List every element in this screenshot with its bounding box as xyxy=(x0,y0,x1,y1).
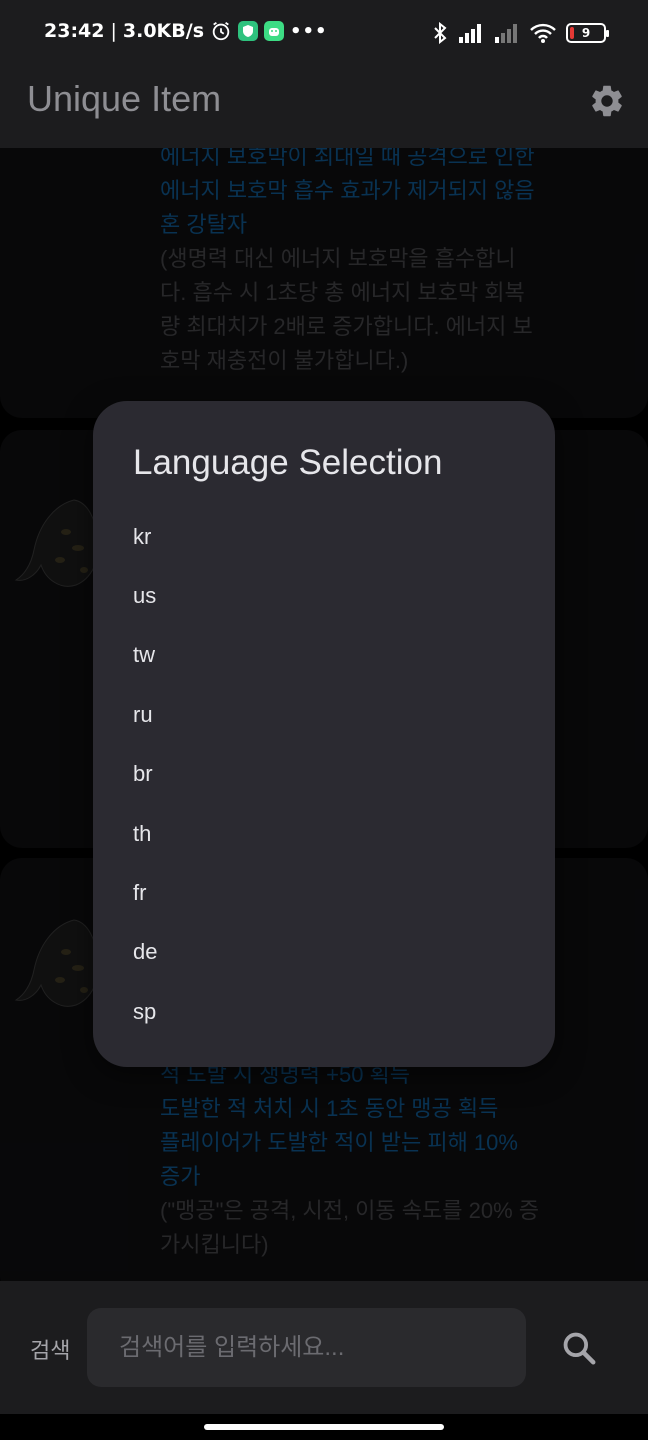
language-option-sp[interactable]: sp xyxy=(93,982,555,1041)
language-option-br[interactable]: br xyxy=(93,745,555,804)
language-option-fr[interactable]: fr xyxy=(93,863,555,922)
flavor-line: ("맹공"은 공격, 시전, 이동 속도를 20% 증 xyxy=(160,1198,539,1223)
android-app-icon xyxy=(264,21,285,41)
status-bar-right: 9 xyxy=(432,22,609,44)
mod-line: 에너지 보호막 흡수 효과가 제거되지 않음 xyxy=(160,178,535,203)
more-dots-icon: ••• xyxy=(290,20,328,42)
home-indicator[interactable] xyxy=(204,1424,444,1430)
shield-app-icon xyxy=(238,21,259,41)
item-card[interactable]: 에너지 보호막이 최대일 때 공격으로 인한 에너지 보호막 흡수 효과가 제거… xyxy=(0,148,648,418)
mod-line: 도발한 적 처치 시 1초 동안 맹공 획득 xyxy=(160,1096,499,1121)
status-separator: | xyxy=(110,20,117,42)
mod-line: 에너지 보호막이 최대일 때 공격으로 인한 xyxy=(160,148,535,169)
language-list: kr us tw ru br th fr de sp xyxy=(93,507,555,1042)
mod-line: 플레이어가 도발한 적이 받는 피해 10% xyxy=(160,1130,518,1155)
status-bar: 23:42 | 3.0KB/s ••• 9 xyxy=(0,0,648,64)
gear-icon[interactable] xyxy=(588,82,626,120)
item-description: 에너지 보호막이 최대일 때 공격으로 인한 에너지 보호막 흡수 효과가 제거… xyxy=(160,148,560,378)
flavor-line: 호막 재충전이 불가합니다.) xyxy=(160,348,409,373)
app-bar: Unique Item xyxy=(0,64,648,148)
item-image xyxy=(14,499,100,587)
dialog-title: Language Selection xyxy=(133,443,443,482)
bluetooth-icon xyxy=(434,22,447,44)
flavor-line: (생명력 대신 에너지 보호막을 흡수합니 xyxy=(160,246,516,271)
item-description: 적 도발 시 생명력 +50 획득 도발한 적 처치 시 1초 동안 맹공 획득… xyxy=(160,1058,560,1262)
alarm-icon xyxy=(212,21,230,41)
mod-line: 혼 강탈자 xyxy=(160,212,248,237)
page-title: Unique Item xyxy=(27,78,222,119)
search-bar: 검색 xyxy=(0,1281,648,1414)
status-bar-left: 23:42 | 3.0KB/s ••• xyxy=(44,20,328,42)
battery-icon: 9 xyxy=(566,23,609,43)
item-image xyxy=(14,919,100,1007)
language-option-th[interactable]: th xyxy=(93,804,555,863)
search-input[interactable] xyxy=(87,1308,526,1387)
status-network-speed: 3.0KB/s xyxy=(122,20,205,42)
status-time: 23:42 xyxy=(44,20,105,42)
language-option-us[interactable]: us xyxy=(93,566,555,625)
flavor-line: 량 최대치가 2배로 증가합니다. 에너지 보 xyxy=(160,314,533,339)
wifi-icon xyxy=(530,23,556,43)
language-option-de[interactable]: de xyxy=(93,923,555,982)
flavor-line: 다. 흡수 시 1초당 총 에너지 보호막 회복 xyxy=(160,280,525,305)
flavor-line: 가시킵니다) xyxy=(160,1232,269,1257)
signal-icon xyxy=(459,24,481,43)
language-option-ru[interactable]: ru xyxy=(93,685,555,744)
search-icon[interactable] xyxy=(560,1329,598,1367)
language-option-tw[interactable]: tw xyxy=(93,626,555,685)
language-option-kr[interactable]: kr xyxy=(93,507,555,566)
mod-line: 증가 xyxy=(160,1164,201,1189)
signal-weak-icon xyxy=(495,24,517,43)
search-label: 검색 xyxy=(30,1338,71,1363)
battery-level: 9 xyxy=(581,26,591,40)
language-dialog: Language Selection kr us tw ru br th fr … xyxy=(93,401,555,1067)
